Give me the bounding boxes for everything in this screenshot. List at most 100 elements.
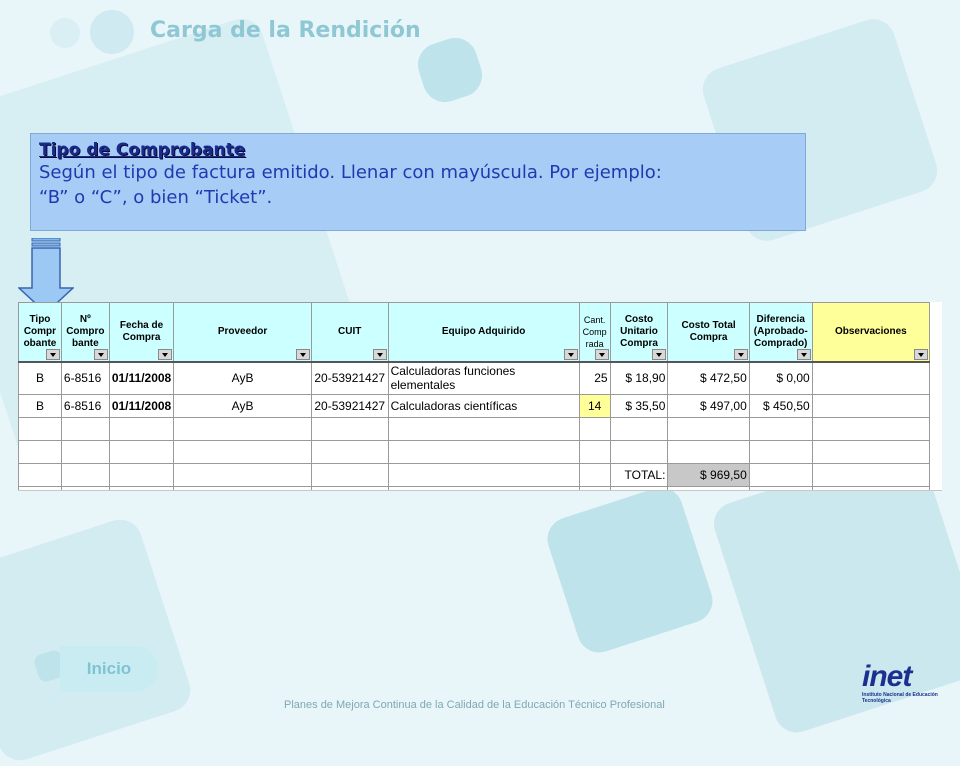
cell-observaciones[interactable] [811,361,931,395]
cell-empty[interactable] [667,439,750,464]
header-equipo[interactable]: Equipo Adquirido [387,302,580,363]
cell-empty[interactable] [578,439,611,464]
cell-empty[interactable] [173,462,312,487]
cell-empty[interactable] [108,416,175,441]
cell-empty[interactable] [60,416,110,441]
info-callout: Tipo de Comprobante Según el tipo de fac… [30,133,806,231]
filter-dropdown-icon[interactable] [158,349,173,360]
total-row: TOTAL: $ 969,50 [18,462,942,487]
cell-numero[interactable]: 6-8516 [60,361,110,395]
filter-dropdown-icon[interactable] [914,349,929,360]
cell-empty[interactable] [108,439,175,464]
cell-empty[interactable] [609,485,669,490]
filter-dropdown-icon[interactable] [295,349,310,360]
cell-cuit[interactable]: 20-53921427 [310,393,389,418]
filter-dropdown-icon[interactable] [45,349,60,360]
cell-equipo[interactable]: Calculadoras funciones elementales [387,361,580,395]
table-row [18,485,942,490]
cell-empty[interactable] [748,416,813,441]
header-cantidad[interactable]: Cant. Comp rada [578,302,611,363]
cell-tipo[interactable]: B [18,361,62,395]
cell-proveedor[interactable]: AyB [173,393,312,418]
cell-observaciones[interactable] [811,393,931,418]
cell-fecha[interactable]: 01/11/2008 [108,361,175,395]
filter-dropdown-icon[interactable] [796,349,811,360]
cell-unitario[interactable]: $ 18,90 [609,361,669,395]
cell-empty[interactable] [310,416,389,441]
header-row: Tipo Compr obante Nº Compro bante Fecha … [18,302,942,363]
cell-diferencia[interactable]: $ 450,50 [748,393,813,418]
header-tipo[interactable]: Tipo Compr obante [18,302,62,363]
rendicion-table: Tipo Compr obante Nº Compro bante Fecha … [18,302,942,490]
cell-empty[interactable] [108,462,175,487]
cell-empty[interactable] [811,485,931,490]
grid-edge [930,463,942,486]
cell-empty[interactable] [748,485,813,490]
footer-text: Planes de Mejora Continua de la Calidad … [284,699,665,711]
header-numero[interactable]: Nº Compro bante [60,302,110,363]
cell-numero[interactable]: 6-8516 [60,393,110,418]
callout-title: Tipo de Comprobante [39,140,246,160]
cell-fecha[interactable]: 01/11/2008 [108,393,175,418]
cell-cantidad[interactable]: 25 [578,361,611,395]
cell-unitario[interactable]: $ 35,50 [609,393,669,418]
cell-cantidad[interactable]: 14 [578,393,611,418]
cell-empty[interactable] [748,462,813,487]
bg-shape [541,481,719,659]
cell-empty[interactable] [667,416,750,441]
cell-empty[interactable] [387,485,580,490]
filter-dropdown-icon[interactable] [733,349,748,360]
cell-empty[interactable] [173,439,312,464]
cell-total[interactable]: $ 472,50 [667,361,750,395]
header-unitario[interactable]: Costo Unitario Compra [609,302,669,363]
header-cuit[interactable]: CUIT [310,302,389,363]
cell-empty[interactable] [310,462,389,487]
cell-empty[interactable] [18,439,62,464]
cell-empty[interactable] [108,485,175,490]
cell-proveedor[interactable]: AyB [173,361,312,395]
cell-empty[interactable] [811,416,931,441]
cell-diferencia[interactable]: $ 0,00 [748,361,813,395]
header-observaciones[interactable]: Observaciones [811,302,931,363]
cell-empty[interactable] [811,439,931,464]
filter-dropdown-icon[interactable] [372,349,387,360]
bg-shape [412,32,488,108]
filter-dropdown-icon[interactable] [652,349,667,360]
slide-title: Carga de la Rendición [150,18,421,43]
cell-empty[interactable] [18,416,62,441]
cell-empty[interactable] [18,485,62,490]
cell-empty[interactable] [387,462,580,487]
header-fecha[interactable]: Fecha de Compra [108,302,175,363]
cell-empty[interactable] [60,439,110,464]
cell-empty[interactable] [578,485,611,490]
cell-empty[interactable] [173,416,312,441]
cell-empty[interactable] [667,485,750,490]
cell-empty[interactable] [387,416,580,441]
inicio-button[interactable]: Inicio [60,646,158,692]
cell-empty[interactable] [578,462,611,487]
cell-empty[interactable] [811,462,931,487]
cell-empty[interactable] [173,485,312,490]
cell-empty[interactable] [609,439,669,464]
cell-empty[interactable] [578,416,611,441]
cell-total[interactable]: $ 497,00 [667,393,750,418]
table-row [18,416,942,441]
cell-empty[interactable] [18,462,62,487]
header-proveedor[interactable]: Proveedor [173,302,312,363]
total-value[interactable]: $ 969,50 [667,462,750,487]
cell-empty[interactable] [310,485,389,490]
header-total[interactable]: Costo Total Compra [667,302,750,363]
filter-dropdown-icon[interactable] [93,349,108,360]
cell-cuit[interactable]: 20-53921427 [310,361,389,395]
cell-empty[interactable] [310,439,389,464]
header-diferencia[interactable]: Diferencia (Aprobado-Comprado) [748,302,813,363]
cell-empty[interactable] [387,439,580,464]
cell-empty[interactable] [60,485,110,490]
cell-empty[interactable] [60,462,110,487]
cell-empty[interactable] [609,416,669,441]
cell-equipo[interactable]: Calculadoras científicas [387,393,580,418]
filter-dropdown-icon[interactable] [563,349,578,360]
cell-empty[interactable] [748,439,813,464]
cell-tipo[interactable]: B [18,393,62,418]
filter-dropdown-icon[interactable] [594,349,609,360]
